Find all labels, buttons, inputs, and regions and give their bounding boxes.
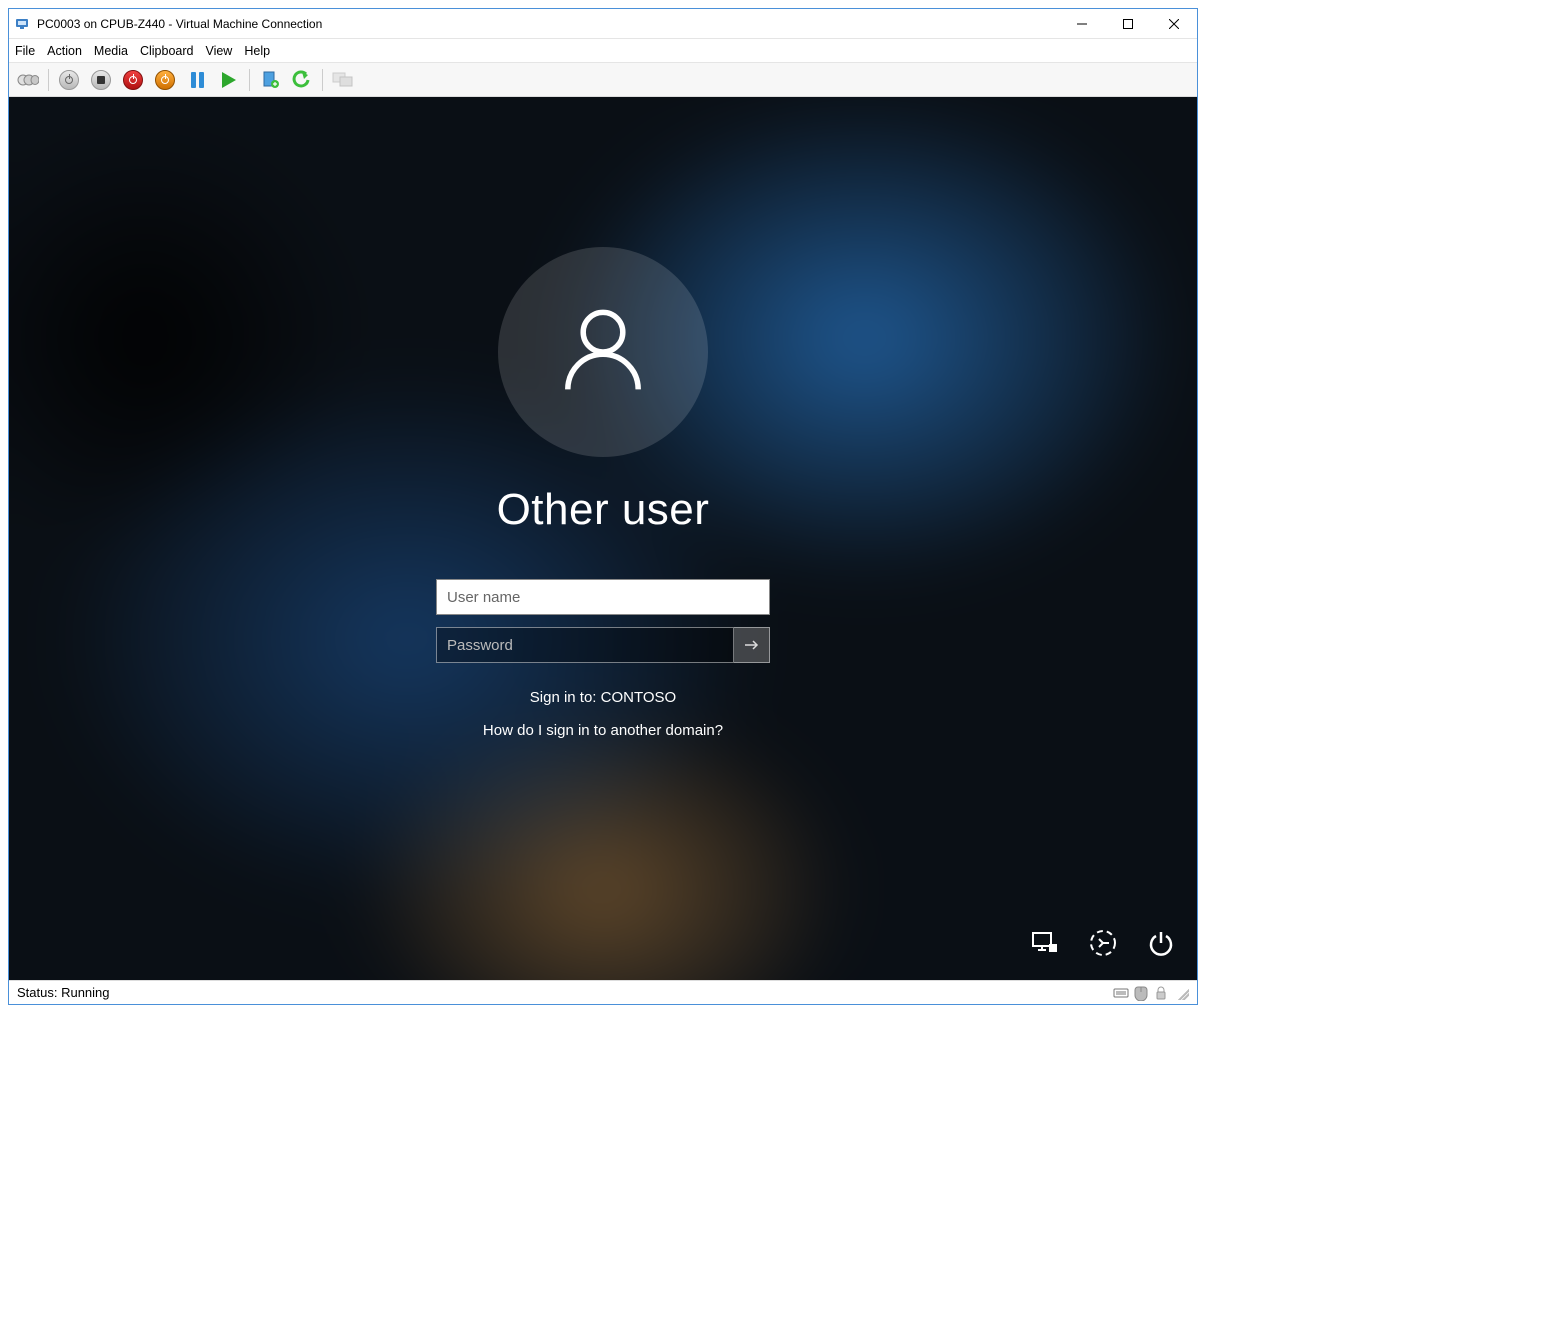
menubar: File Action Media Clipboard View Help — [9, 39, 1197, 63]
signin-to-text: Sign in to: CONTOSO — [530, 689, 676, 706]
titlebar: PC0003 on CPUB-Z440 - Virtual Machine Co… — [9, 9, 1197, 39]
pause-button[interactable] — [182, 67, 212, 93]
enhanced-session-button[interactable] — [328, 67, 358, 93]
statusbar: Status: Running — [9, 980, 1197, 1004]
maximize-button[interactable] — [1105, 9, 1151, 39]
ctrl-alt-del-button[interactable] — [13, 67, 43, 93]
pause-icon — [191, 72, 204, 88]
lock-status-icon — [1153, 985, 1169, 1001]
status-icons — [1113, 985, 1169, 1001]
turn-off-button[interactable] — [86, 67, 116, 93]
submit-button[interactable] — [734, 627, 770, 663]
start-button-disabled[interactable] — [54, 67, 84, 93]
network-icon[interactable] — [1029, 930, 1059, 961]
minimize-button[interactable] — [1059, 9, 1105, 39]
toolbar — [9, 63, 1197, 97]
keyboard-status-icon — [1113, 985, 1129, 1001]
toolbar-separator — [322, 69, 323, 91]
status-text: Status: Running — [17, 985, 110, 1000]
vm-connection-window: PC0003 on CPUB-Z440 - Virtual Machine Co… — [8, 8, 1198, 1005]
app-icon — [15, 16, 31, 32]
mouse-status-icon — [1133, 985, 1149, 1001]
play-icon — [222, 72, 236, 88]
other-domain-link[interactable]: How do I sign in to another domain? — [483, 722, 723, 739]
save-button[interactable] — [150, 67, 180, 93]
menu-file[interactable]: File — [15, 44, 35, 58]
username-input[interactable] — [436, 579, 770, 615]
arrow-right-icon — [743, 636, 761, 654]
revert-button[interactable] — [287, 67, 317, 93]
user-avatar — [498, 247, 708, 457]
person-icon — [548, 297, 658, 407]
vm-viewport[interactable]: Other user Sign in to: CONTOSO How do I … — [9, 97, 1197, 980]
menu-view[interactable]: View — [205, 44, 232, 58]
toolbar-separator — [249, 69, 250, 91]
window-title: PC0003 on CPUB-Z440 - Virtual Machine Co… — [37, 17, 322, 31]
menu-help[interactable]: Help — [244, 44, 270, 58]
close-button[interactable] — [1151, 9, 1197, 39]
menu-action[interactable]: Action — [47, 44, 82, 58]
menu-clipboard[interactable]: Clipboard — [140, 44, 194, 58]
ease-of-access-icon[interactable] — [1089, 929, 1117, 962]
resize-grip[interactable] — [1175, 986, 1189, 1000]
checkpoint-button[interactable] — [255, 67, 285, 93]
password-input[interactable] — [436, 627, 734, 663]
power-icon[interactable] — [1147, 929, 1175, 962]
shut-down-button[interactable] — [118, 67, 148, 93]
accessibility-panel — [1029, 929, 1175, 962]
toolbar-separator — [48, 69, 49, 91]
menu-media[interactable]: Media — [94, 44, 128, 58]
user-label: Other user — [497, 485, 710, 535]
reset-button[interactable] — [214, 67, 244, 93]
login-panel: Other user Sign in to: CONTOSO How do I … — [9, 97, 1197, 980]
